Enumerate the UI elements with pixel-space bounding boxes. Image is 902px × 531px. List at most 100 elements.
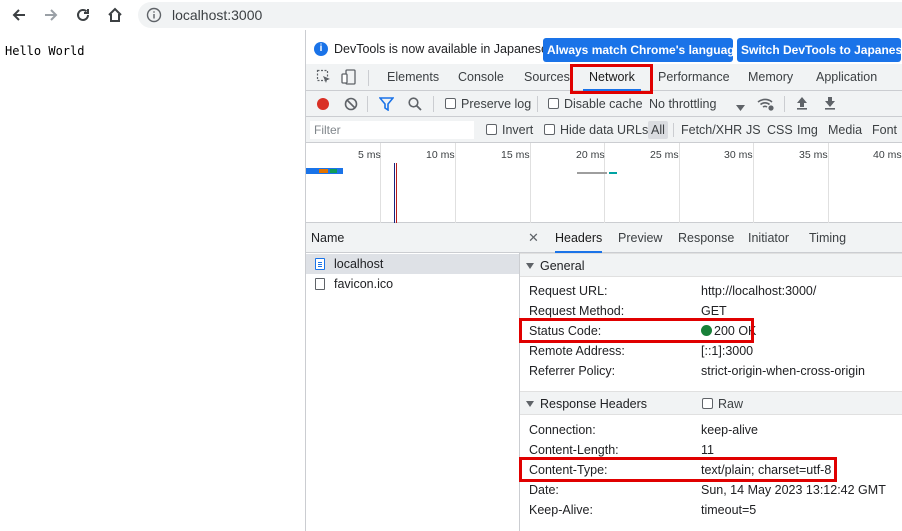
devtools-panel: i DevTools is now available in Japanese!… (305, 30, 902, 531)
tab-initiator[interactable]: Initiator (748, 223, 789, 253)
general-section-header[interactable]: General (520, 253, 902, 277)
request-row[interactable]: favicon.ico (306, 274, 519, 294)
preserve-log-label: Preserve log (461, 97, 532, 111)
timeline-tick-label: 10 ms (426, 149, 455, 161)
timeline-gridline (679, 143, 680, 223)
filter-bar: Filter Invert Hide data URLs All Fetch/X… (306, 117, 902, 143)
timeline-tick-label: 20 ms (576, 149, 605, 161)
triangle-down-icon (526, 263, 534, 269)
divider (784, 96, 785, 112)
upload-icon[interactable] (796, 96, 808, 113)
tab-memory[interactable]: Memory (742, 64, 799, 91)
tab-performance[interactable]: Performance (652, 64, 736, 91)
language-infobar: i DevTools is now available in Japanese!… (306, 35, 902, 63)
header-row: Request URL: http://localhost:3000/ (520, 281, 902, 301)
invert-checkbox[interactable]: Invert (486, 121, 533, 139)
timeline-tick-label: 25 ms (650, 149, 679, 161)
filter-type-js[interactable]: JS (746, 121, 761, 139)
header-row: Remote Address: [::1]:3000 (520, 341, 902, 361)
divider (368, 70, 369, 86)
triangle-down-icon (526, 401, 534, 407)
inspect-element-icon[interactable] (316, 69, 332, 88)
forward-arrow-icon[interactable] (40, 4, 62, 26)
load-event-line (396, 163, 397, 223)
record-icon[interactable] (316, 97, 330, 114)
section-title: General (540, 259, 585, 273)
clear-icon[interactable] (344, 97, 358, 114)
tab-application[interactable]: Application (810, 64, 883, 91)
reload-icon[interactable] (72, 4, 94, 26)
response-headers-section-header[interactable]: Response Headers Raw (520, 391, 902, 415)
name-column-header[interactable]: Name (306, 223, 520, 253)
request-row[interactable]: localhost (306, 254, 519, 274)
filter-type-font[interactable]: Font (872, 121, 897, 139)
divider (673, 123, 674, 137)
timeline-bar (577, 172, 607, 174)
divider (367, 96, 368, 112)
checkbox-icon[interactable] (544, 124, 555, 135)
tab-timing[interactable]: Timing (809, 223, 846, 253)
throttling-select[interactable]: No throttling (649, 95, 716, 113)
request-name: localhost (334, 257, 384, 271)
tab-response[interactable]: Response (678, 223, 734, 253)
address-bar[interactable]: localhost:3000 (138, 2, 902, 28)
network-conditions-icon[interactable] (757, 96, 775, 115)
tab-console[interactable]: Console (452, 64, 510, 91)
back-arrow-icon[interactable] (8, 4, 30, 26)
checkbox-icon[interactable] (445, 98, 456, 109)
filter-type-fetch-xhr[interactable]: Fetch/XHR (681, 121, 742, 139)
network-toolbar: Preserve log Disable cache No throttling (306, 91, 902, 117)
page-viewport: Hello World (0, 30, 305, 531)
search-icon[interactable] (408, 97, 422, 114)
filter-type-media[interactable]: Media (828, 121, 862, 139)
timeline-bar (609, 172, 617, 174)
page-text: Hello World (5, 44, 85, 58)
checkbox-icon[interactable] (702, 398, 713, 409)
header-value: timeout=5 (701, 503, 757, 517)
url-text[interactable]: localhost:3000 (172, 7, 262, 23)
throttling-value: No throttling (649, 97, 717, 111)
download-icon[interactable] (824, 96, 836, 113)
timeline-gridline (530, 143, 531, 223)
timeline-bar (330, 169, 337, 173)
close-icon[interactable]: ✕ (528, 230, 539, 246)
device-toolbar-icon[interactable] (341, 69, 357, 88)
invert-label: Invert (502, 123, 534, 137)
disable-cache-checkbox[interactable]: Disable cache (548, 95, 643, 113)
header-name: Connection: (529, 423, 596, 437)
network-tab-highlight (570, 64, 653, 94)
header-name: Date: (529, 483, 559, 497)
filter-type-css[interactable]: CSS (767, 121, 793, 139)
filter-icon[interactable] (378, 97, 395, 114)
document-icon (315, 258, 325, 270)
tab-sources[interactable]: Sources (518, 64, 576, 91)
header-value: Sun, 14 May 2023 13:12:42 GMT (701, 483, 886, 497)
tab-preview[interactable]: Preview (618, 223, 662, 253)
section-title: Response Headers (540, 397, 648, 411)
tab-headers[interactable]: Headers (555, 223, 603, 253)
timeline-gridline (828, 143, 829, 223)
checkbox-icon[interactable] (548, 98, 559, 109)
file-icon (315, 278, 325, 290)
chevron-down-icon[interactable] (736, 100, 745, 114)
filter-type-all[interactable]: All (648, 121, 668, 139)
header-value: [::1]:3000 (701, 344, 754, 358)
filter-input[interactable]: Filter (310, 121, 474, 139)
filter-type-img[interactable]: Img (797, 121, 818, 139)
header-row: Date: Sun, 14 May 2023 13:12:42 GMT (520, 480, 902, 500)
match-language-button[interactable]: Always match Chrome's language (543, 38, 741, 62)
timeline-overview[interactable]: 5 ms 10 ms 15 ms 20 ms 25 ms 30 ms 35 ms… (306, 143, 902, 223)
home-icon[interactable] (104, 4, 126, 26)
preserve-log-checkbox[interactable]: Preserve log (445, 95, 531, 113)
disable-cache-label: Disable cache (564, 97, 643, 111)
raw-checkbox[interactable]: Raw (702, 392, 743, 416)
timeline-tick-label: 5 ms (358, 149, 381, 161)
tab-elements[interactable]: Elements (381, 64, 445, 91)
timeline-tick-label: 40 ms (873, 149, 902, 161)
checkbox-icon[interactable] (486, 124, 497, 135)
header-value: keep-alive (701, 423, 758, 437)
hide-data-urls-checkbox[interactable]: Hide data URLs (544, 121, 648, 139)
request-name: favicon.ico (334, 277, 394, 291)
info-icon[interactable] (146, 7, 162, 26)
switch-language-button[interactable]: Switch DevTools to Japanese (737, 38, 902, 62)
